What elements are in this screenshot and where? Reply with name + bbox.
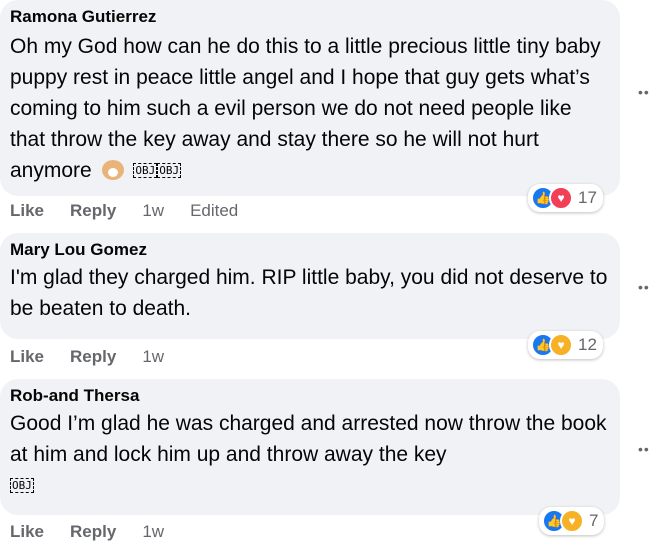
- reply-button[interactable]: Reply: [70, 201, 116, 221]
- reaction-summary[interactable]: 👍 ♥ 12: [528, 331, 603, 359]
- comment-author[interactable]: Ramona Gutierrez: [10, 6, 608, 28]
- more-options-icon[interactable]: ••: [638, 280, 652, 294]
- like-button[interactable]: Like: [10, 347, 44, 367]
- comment-item: Rob-and Thersa Good I’m glad he was char…: [0, 379, 649, 541]
- comment-author[interactable]: Mary Lou Gomez: [10, 239, 608, 261]
- comment-actions: Like Reply 1w: [10, 522, 190, 542]
- comment-author[interactable]: Rob-and Thersa: [10, 385, 608, 407]
- care-icon: ♥: [560, 509, 584, 533]
- reply-button[interactable]: Reply: [70, 347, 116, 367]
- reaction-count: 17: [578, 188, 597, 207]
- comment-item: Mary Lou Gomez I'm glad they charged him…: [0, 233, 649, 366]
- love-icon: ♥: [549, 186, 573, 210]
- comment-text: I'm glad they charged him. RIP little ba…: [10, 262, 608, 324]
- edited-label: Edited: [190, 201, 239, 220]
- comment-actions: Like Reply 1w Edited: [10, 201, 238, 221]
- like-button[interactable]: Like: [10, 522, 44, 542]
- obj-placeholder: OBJ: [133, 163, 158, 178]
- reaction-summary[interactable]: 👍 ♥ 7: [539, 507, 605, 535]
- reply-button[interactable]: Reply: [70, 522, 116, 542]
- comment-item: Ramona Gutierrez Oh my God how can he do…: [0, 0, 649, 220]
- comment-body: I'm glad they charged him. RIP little ba…: [10, 266, 608, 320]
- comment-timestamp[interactable]: 1w: [142, 201, 164, 221]
- comment-text: Oh my God how can he do this to a little…: [10, 31, 608, 186]
- reaction-summary[interactable]: 👍 ♥ 17: [528, 184, 603, 212]
- comment-timestamp[interactable]: 1w: [142, 522, 164, 542]
- obj-placeholder: OBJ: [10, 478, 34, 493]
- care-icon: ♥: [549, 333, 573, 357]
- comment-body: Good I’m glad he was charged and arreste…: [10, 412, 607, 466]
- comment-bubble: Mary Lou Gomez I'm glad they charged him…: [0, 233, 620, 339]
- like-button[interactable]: Like: [10, 201, 44, 221]
- comment-text: Good I’m glad he was charged and arreste…: [10, 408, 608, 501]
- comment-actions: Like Reply 1w: [10, 347, 190, 367]
- more-options-icon[interactable]: ••: [638, 85, 652, 99]
- comment-bubble: Ramona Gutierrez Oh my God how can he do…: [0, 0, 620, 196]
- comment-bubble: Rob-and Thersa Good I’m glad he was char…: [0, 379, 620, 515]
- more-options-icon[interactable]: ••: [638, 442, 652, 456]
- dog-emoji-icon: [101, 160, 124, 180]
- comment-timestamp[interactable]: 1w: [142, 347, 164, 367]
- reaction-count: 7: [589, 511, 599, 530]
- comment-body: Oh my God how can he do this to a little…: [10, 35, 601, 182]
- obj-placeholder: OBJ: [157, 163, 182, 178]
- reaction-count: 12: [578, 335, 597, 354]
